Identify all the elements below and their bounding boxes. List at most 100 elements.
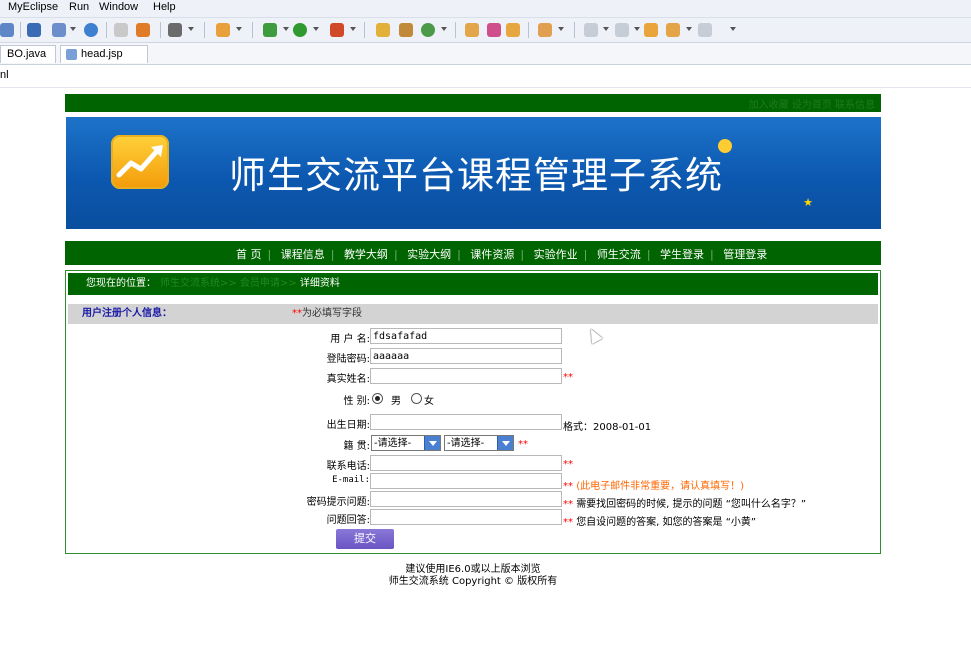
province-select-value: -请选择-: [374, 438, 412, 449]
new-wizard-icon[interactable]: [216, 23, 230, 37]
form-heading: 用户注册个人信息： **为必填写字段: [68, 304, 878, 324]
chevron-down-icon[interactable]: [441, 27, 447, 31]
nav-lab-outline[interactable]: 实验大纲: [407, 248, 451, 261]
registration-panel: 您现在的位置： 师生交流系统>> 会员申请>> 详细资料 用户注册个人信息： *…: [65, 270, 881, 554]
print-icon[interactable]: [114, 23, 128, 37]
question-input[interactable]: [370, 491, 562, 507]
chevron-down-icon[interactable]: [188, 27, 194, 31]
menu-help[interactable]: Help: [153, 1, 176, 13]
nav-syllabus[interactable]: 教学大纲: [344, 248, 388, 261]
breadcrumb-path[interactable]: 师生交流系统>> 会员申请>> 详细资料: [160, 273, 340, 295]
birthday-input[interactable]: [370, 414, 562, 430]
deploy-icon[interactable]: [27, 23, 41, 37]
chevron-down-icon[interactable]: [634, 27, 640, 31]
province-select[interactable]: -请选择-: [371, 435, 441, 451]
answer-note: ** 您自设问题的答案, 如您的答案是 “小黄”: [563, 513, 756, 528]
last-edit-icon[interactable]: [644, 23, 658, 37]
username-input[interactable]: [370, 328, 562, 344]
new-project-icon[interactable]: [52, 23, 66, 37]
chevron-down-icon[interactable]: [236, 27, 242, 31]
row-birthday: 出生日期: 格式：2008-01-01: [66, 414, 880, 433]
previous-annotation-icon[interactable]: [615, 23, 629, 37]
chevron-down-icon[interactable]: [686, 27, 692, 31]
toolbar-separator: [528, 22, 529, 38]
row-email: E-mail: ** (此电子邮件非常重要，请认真填写！): [66, 473, 880, 492]
new-class-icon[interactable]: [376, 23, 390, 37]
toolbar-separator: [364, 22, 365, 38]
gender-female-radio[interactable]: [411, 393, 422, 404]
external-tools-icon[interactable]: [330, 23, 344, 37]
new-interface-icon[interactable]: [421, 23, 435, 37]
row-username: 用 户 名:: [66, 328, 880, 346]
server-icon[interactable]: [0, 23, 14, 37]
new-package-icon[interactable]: [399, 23, 413, 37]
chevron-down-icon[interactable]: [313, 27, 319, 31]
tab-head-jsp[interactable]: head.jsp: [60, 45, 148, 63]
chevron-down-icon[interactable]: [730, 27, 736, 31]
chevron-down-icon[interactable]: [350, 27, 356, 31]
tab-head-jsp-label: head.jsp: [81, 48, 123, 60]
nav-exchange[interactable]: 师生交流: [597, 248, 641, 261]
phone-input[interactable]: [370, 455, 562, 471]
row-answer: 问题回答: ** 您自设问题的答案, 如您的答案是 “小黄”: [66, 509, 880, 528]
nav-course-info[interactable]: 课程信息: [281, 248, 325, 261]
gender-female-label: 女: [424, 396, 434, 407]
realname-label: 真实姓名:: [326, 374, 370, 385]
answer-input[interactable]: [370, 509, 562, 525]
menu-myeclipse[interactable]: MyEclipse: [8, 1, 58, 13]
ide-menubar: MyEclipse Run Window Help: [0, 0, 971, 18]
terminal-icon[interactable]: [168, 23, 182, 37]
menu-window[interactable]: Window: [99, 1, 138, 13]
nav-lab-homework[interactable]: 实验作业: [534, 248, 578, 261]
ide-toolbar: [0, 18, 971, 43]
chevron-down-icon[interactable]: [424, 436, 440, 450]
realname-input[interactable]: [370, 368, 562, 384]
open-type-icon[interactable]: [465, 23, 479, 37]
email-input[interactable]: [370, 473, 562, 489]
footer-copyright: 师生交流系统 Copyright © 版权所有: [388, 576, 558, 587]
back-icon[interactable]: [666, 23, 680, 37]
address-bar[interactable]: nl: [0, 65, 971, 88]
jsp-file-icon: [66, 49, 77, 60]
breadcrumb-links[interactable]: 师生交流系统>> 会员申请>>: [160, 278, 297, 289]
open-icon[interactable]: [136, 23, 150, 37]
debug-icon[interactable]: [263, 23, 277, 37]
globe-icon[interactable]: [84, 23, 98, 37]
submit-button[interactable]: 提交: [336, 529, 394, 549]
toolbar-separator: [455, 22, 456, 38]
forward-icon[interactable]: [698, 23, 712, 37]
top-links[interactable]: 加入收藏 设为首页 联系信息: [749, 96, 875, 111]
form-title: 用户注册个人信息：: [82, 308, 172, 319]
gender-male-radio[interactable]: [372, 393, 383, 404]
password-label: 登陆密码:: [326, 354, 370, 365]
menu-run[interactable]: Run: [69, 1, 89, 13]
origin-required: **: [518, 439, 528, 450]
run-icon[interactable]: [293, 23, 307, 37]
editor-tab-strip: BO.java head.jsp: [0, 43, 971, 65]
star-icon: ★: [803, 196, 813, 209]
next-annotation-icon[interactable]: [584, 23, 598, 37]
chevron-down-icon[interactable]: [603, 27, 609, 31]
city-select[interactable]: -请选择-: [444, 435, 514, 451]
chevron-down-icon[interactable]: [70, 27, 76, 31]
banner: 师生交流平台课程管理子系统 ★: [66, 117, 881, 229]
email-note: ** (此电子邮件非常重要，请认真填写！): [563, 477, 744, 492]
realname-required: **: [563, 372, 573, 383]
edit-icon[interactable]: [487, 23, 501, 37]
folder-icon[interactable]: [538, 23, 552, 37]
footer: 建议使用IE6.0或以上版本浏览 师生交流系统 Copyright © 版权所有: [65, 564, 881, 588]
question-label: 密码提示问题:: [306, 497, 370, 508]
nav-admin-login[interactable]: 管理登录: [723, 248, 767, 261]
nav-home[interactable]: 首 页: [236, 248, 262, 261]
password-input[interactable]: [370, 348, 562, 364]
chevron-down-icon[interactable]: [497, 436, 513, 450]
required-legend: **为必填写字段: [292, 304, 362, 324]
toolbar-separator: [252, 22, 253, 38]
toolbar-separator: [106, 22, 107, 38]
chevron-down-icon[interactable]: [558, 27, 564, 31]
tab-bo-java[interactable]: BO.java: [0, 45, 56, 63]
chevron-down-icon[interactable]: [283, 27, 289, 31]
nav-student-login[interactable]: 学生登录: [660, 248, 704, 261]
search-icon[interactable]: [506, 23, 520, 37]
nav-courseware[interactable]: 课件资源: [470, 248, 514, 261]
